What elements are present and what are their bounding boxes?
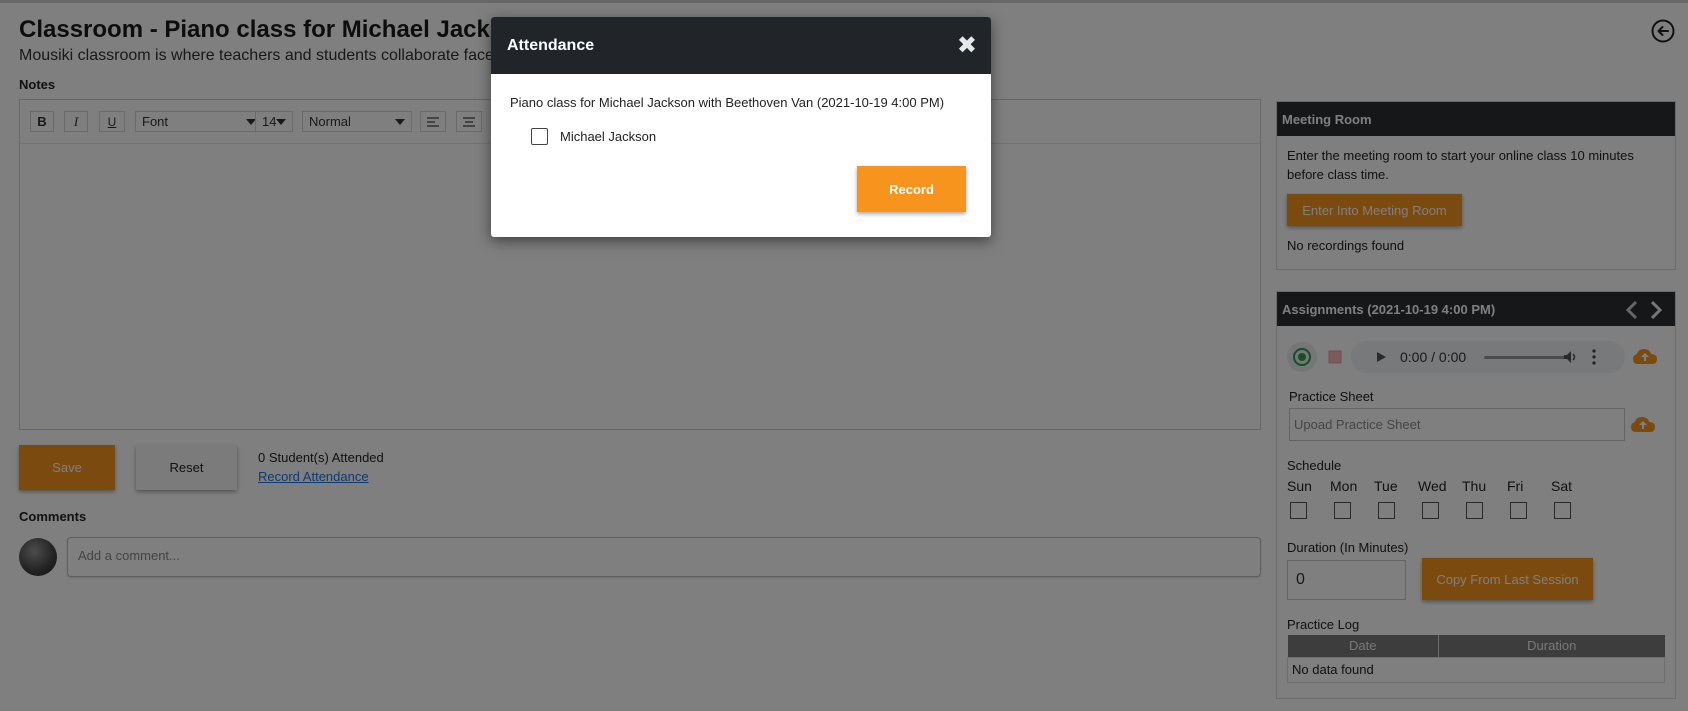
close-icon[interactable]: ✖ bbox=[957, 34, 977, 58]
student-name: Michael Jackson bbox=[560, 129, 657, 144]
modal-class-info: Piano class for Michael Jackson with Bee… bbox=[510, 95, 945, 110]
attendance-modal: Attendance ✖ Piano class for Michael Jac… bbox=[491, 17, 991, 237]
student-checkbox[interactable] bbox=[531, 128, 548, 145]
record-attendance-button[interactable]: Record bbox=[857, 166, 966, 212]
modal-title: Attendance bbox=[507, 36, 595, 54]
modal-header: Attendance ✖ bbox=[491, 17, 991, 74]
